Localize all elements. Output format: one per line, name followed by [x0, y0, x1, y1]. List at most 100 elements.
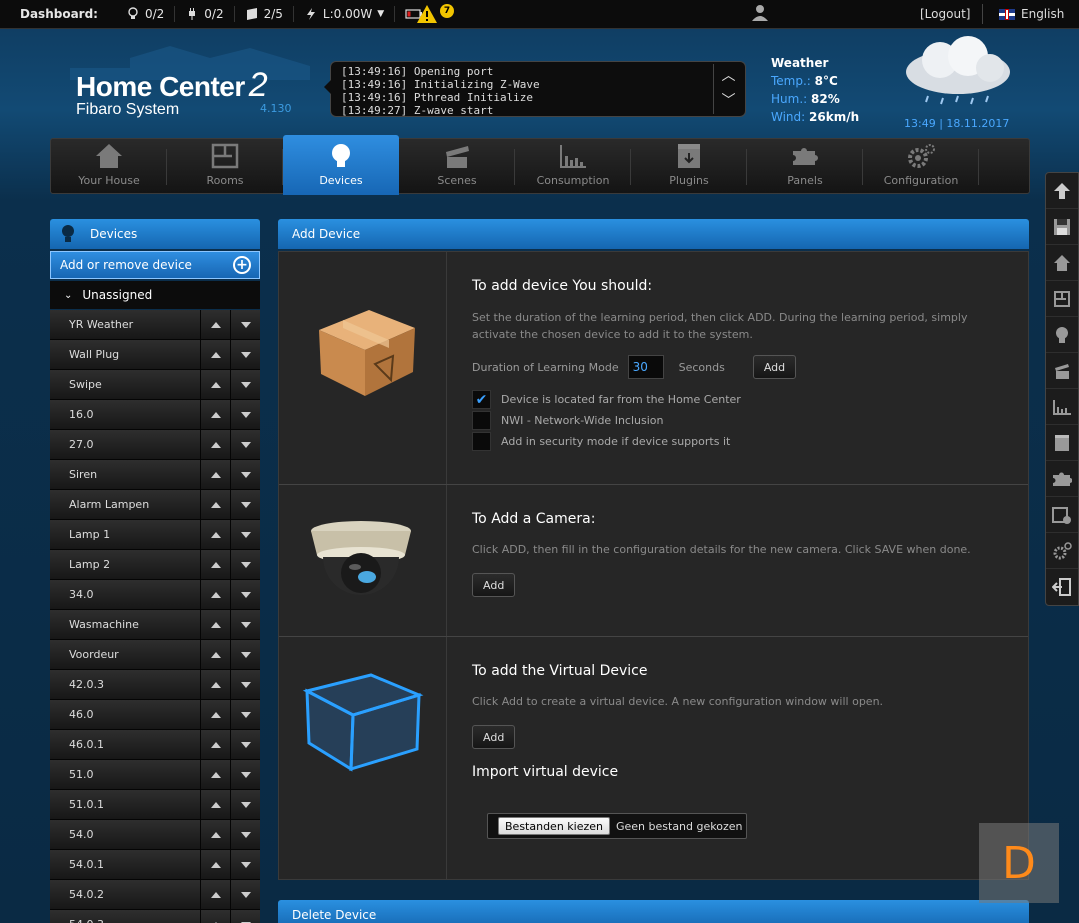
- checkbox-nwi[interactable]: [472, 411, 491, 430]
- device-list-item[interactable]: 54.0: [50, 819, 260, 850]
- move-down-icon[interactable]: [230, 609, 260, 640]
- plugs-status[interactable]: 0/2: [175, 6, 235, 22]
- move-down-icon[interactable]: [230, 849, 260, 880]
- nav-configuration[interactable]: Configuration: [863, 139, 979, 193]
- logout-link[interactable]: [Logout]: [920, 7, 970, 21]
- import-file-input[interactable]: Bestanden kiezen Geen bestand gekozen: [487, 813, 747, 839]
- device-list-item[interactable]: 54.0.2: [50, 879, 260, 910]
- move-down-icon[interactable]: [230, 819, 260, 850]
- move-down-icon[interactable]: [230, 669, 260, 700]
- power-status[interactable]: L:0.00W ▼: [294, 6, 396, 22]
- box-icon[interactable]: [1046, 425, 1078, 461]
- bulb-icon[interactable]: [1046, 317, 1078, 353]
- nav-your-house[interactable]: Your House: [51, 139, 167, 193]
- move-down-icon[interactable]: [230, 879, 260, 910]
- move-down-icon[interactable]: [230, 579, 260, 610]
- logout-icon[interactable]: [1046, 569, 1078, 605]
- option-security-mode[interactable]: Add in security mode if device supports …: [472, 431, 1012, 452]
- nav-consumption[interactable]: Consumption: [515, 139, 631, 193]
- room-group-unassigned[interactable]: ⌄ Unassigned: [50, 281, 260, 309]
- move-up-icon[interactable]: [200, 819, 230, 850]
- move-down-icon[interactable]: [230, 729, 260, 760]
- move-down-icon[interactable]: [230, 369, 260, 400]
- device-list-item[interactable]: Alarm Lampen: [50, 489, 260, 520]
- move-up-icon[interactable]: [200, 669, 230, 700]
- move-down-icon[interactable]: [230, 429, 260, 460]
- device-list-item[interactable]: 51.0: [50, 759, 260, 790]
- nav-scenes[interactable]: Scenes: [399, 139, 515, 193]
- chevron-down-icon[interactable]: ﹀: [714, 89, 743, 114]
- move-down-icon[interactable]: [230, 339, 260, 370]
- move-up-icon[interactable]: [200, 369, 230, 400]
- move-down-icon[interactable]: [230, 549, 260, 580]
- warning-count-badge[interactable]: 7: [440, 4, 454, 18]
- nav-rooms[interactable]: Rooms: [167, 139, 283, 193]
- move-up-icon[interactable]: [200, 459, 230, 490]
- device-list-item[interactable]: 27.0: [50, 429, 260, 460]
- checkbox-far-from-hc[interactable]: ✔: [472, 390, 491, 409]
- move-up-icon[interactable]: [200, 729, 230, 760]
- move-down-icon[interactable]: [230, 789, 260, 820]
- checkbox-security-mode[interactable]: [472, 432, 491, 451]
- chart-icon[interactable]: [1046, 389, 1078, 425]
- option-nwi[interactable]: NWI - Network-Wide Inclusion: [472, 410, 1012, 431]
- device-list-item[interactable]: 34.0: [50, 579, 260, 610]
- device-list-item[interactable]: Wasmachine: [50, 609, 260, 640]
- move-down-icon[interactable]: [230, 639, 260, 670]
- move-down-icon[interactable]: [230, 519, 260, 550]
- arrow-up-icon[interactable]: [1046, 173, 1078, 209]
- device-list-item[interactable]: 16.0: [50, 399, 260, 430]
- move-up-icon[interactable]: [200, 909, 230, 923]
- add-camera-button[interactable]: Add: [472, 573, 516, 597]
- device-list-item[interactable]: Lamp 2: [50, 549, 260, 580]
- device-list-item[interactable]: Voordeur: [50, 639, 260, 670]
- choose-file-button[interactable]: Bestanden kiezen: [498, 817, 610, 835]
- device-list-item[interactable]: Wall Plug: [50, 339, 260, 370]
- move-up-icon[interactable]: [200, 310, 230, 340]
- move-up-icon[interactable]: [200, 339, 230, 370]
- move-down-icon[interactable]: [230, 399, 260, 430]
- move-up-icon[interactable]: [200, 399, 230, 430]
- device-list-item[interactable]: 51.0.1: [50, 789, 260, 820]
- add-device-button[interactable]: Add: [752, 355, 797, 379]
- move-up-icon[interactable]: [200, 579, 230, 610]
- rooms-icon[interactable]: [1046, 281, 1078, 317]
- add-virtual-button[interactable]: Add: [472, 725, 516, 749]
- warning-icon[interactable]: [416, 4, 438, 24]
- device-list-item[interactable]: Swipe: [50, 369, 260, 400]
- move-up-icon[interactable]: [200, 699, 230, 730]
- move-down-icon[interactable]: [230, 759, 260, 790]
- language-selector[interactable]: English: [982, 4, 1064, 24]
- move-up-icon[interactable]: [200, 429, 230, 460]
- move-up-icon[interactable]: [200, 489, 230, 520]
- lights-status[interactable]: 0/2: [116, 6, 176, 22]
- device-list-item[interactable]: 46.0.1: [50, 729, 260, 760]
- option-far-from-hc[interactable]: ✔ Device is located far from the Home Cen…: [472, 389, 1012, 410]
- calendar-check-icon[interactable]: [1046, 497, 1078, 533]
- user-icon[interactable]: [751, 4, 769, 22]
- move-up-icon[interactable]: [200, 639, 230, 670]
- move-down-icon[interactable]: [230, 699, 260, 730]
- device-list-item[interactable]: YR Weather: [50, 310, 260, 340]
- nav-plugins[interactable]: Plugins: [631, 139, 747, 193]
- blinds-status[interactable]: 2/5: [235, 6, 294, 22]
- device-list-item[interactable]: 46.0: [50, 699, 260, 730]
- move-up-icon[interactable]: [200, 549, 230, 580]
- move-up-icon[interactable]: [200, 849, 230, 880]
- move-up-icon[interactable]: [200, 609, 230, 640]
- save-icon[interactable]: [1046, 209, 1078, 245]
- house-icon[interactable]: [1046, 245, 1078, 281]
- move-down-icon[interactable]: [230, 489, 260, 520]
- nav-devices[interactable]: Devices: [283, 135, 399, 195]
- clapper-icon[interactable]: [1046, 353, 1078, 389]
- puzzle-icon[interactable]: [1046, 461, 1078, 497]
- nav-panels[interactable]: Panels: [747, 139, 863, 193]
- chevron-up-icon[interactable]: ︿: [714, 64, 743, 89]
- duration-input[interactable]: 30: [627, 355, 664, 379]
- gears-icon[interactable]: [1046, 533, 1078, 569]
- device-list-item[interactable]: 42.0.3: [50, 669, 260, 700]
- move-down-icon[interactable]: [230, 310, 260, 340]
- device-list-item[interactable]: 54.0.1: [50, 849, 260, 880]
- move-down-icon[interactable]: [230, 459, 260, 490]
- move-up-icon[interactable]: [200, 879, 230, 910]
